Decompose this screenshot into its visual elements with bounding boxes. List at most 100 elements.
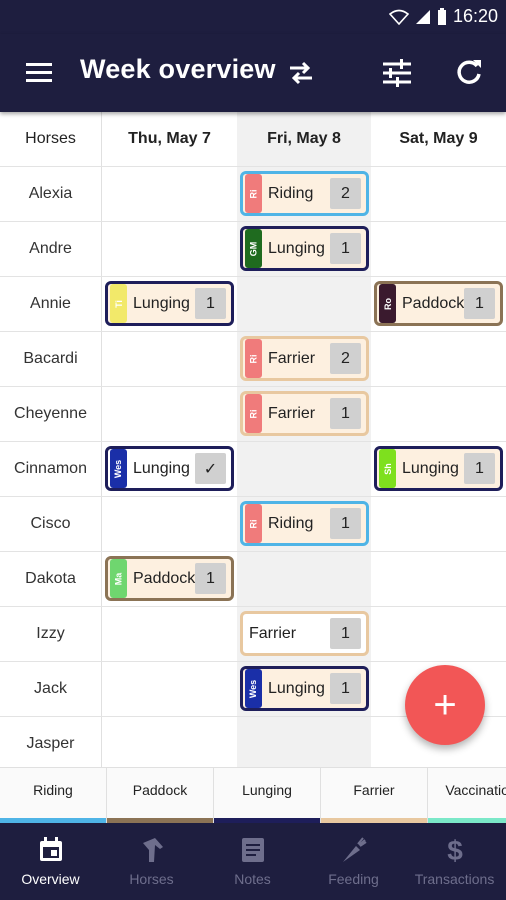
task-owner-tag-text: Ri <box>248 519 259 528</box>
menu-icon[interactable] <box>22 58 60 88</box>
task-owner-tag: Sh <box>379 449 396 488</box>
task-count-badge[interactable]: 1 <box>464 288 495 319</box>
task-card[interactable]: Ri Riding 1 <box>240 501 369 546</box>
tune-icon[interactable] <box>380 56 414 90</box>
task-name: Lunging <box>133 459 190 477</box>
task-owner-tag: Wes <box>245 669 262 708</box>
legend-label: Riding <box>33 782 73 798</box>
task-name: Farrier <box>249 624 297 642</box>
nav-tab-label: Overview <box>21 871 80 887</box>
task-name: Farrier <box>268 349 316 367</box>
legend-label: Lunging <box>242 782 292 798</box>
task-card[interactable]: Ma Paddock 1 <box>105 556 234 601</box>
notes-icon <box>241 838 264 862</box>
status-time: 16:20 <box>452 6 498 26</box>
task-done-check[interactable]: ✓ <box>195 453 226 484</box>
legend-item[interactable]: Lunging <box>214 768 321 823</box>
task-owner-tag: Ri <box>245 394 262 433</box>
task-owner-tag-text: Ri <box>248 409 259 418</box>
task-count-badge[interactable]: 1 <box>464 453 495 484</box>
horse-name[interactable]: Izzy <box>0 606 101 661</box>
task-card[interactable]: Sh Lunging 1 <box>374 446 503 491</box>
task-card[interactable]: Ri Farrier 1 <box>240 391 369 436</box>
horse-name[interactable]: Alexia <box>0 166 101 221</box>
battery-icon <box>437 7 446 25</box>
nav-tab-overview[interactable]: Overview <box>0 823 101 900</box>
horse-name[interactable]: Cheyenne <box>0 386 101 441</box>
legend-item[interactable]: Paddock <box>107 768 214 823</box>
legend-item[interactable]: Riding <box>0 768 107 823</box>
column-divider <box>101 112 102 767</box>
legend-label: Farrier <box>353 782 395 798</box>
horse-name[interactable]: Jack <box>0 661 101 716</box>
horse-name[interactable]: Annie <box>0 276 101 331</box>
nav-tab-label: Notes <box>234 871 271 887</box>
task-card[interactable]: Ri Farrier 2 <box>240 336 369 381</box>
task-owner-tag: Ro <box>379 284 396 323</box>
horse-name[interactable]: Cinnamon <box>0 441 101 496</box>
task-owner-tag-text: Ri <box>248 189 259 198</box>
plus-icon: + <box>433 682 457 727</box>
task-card[interactable]: Ti Lunging 1 <box>105 281 234 326</box>
task-count-badge[interactable]: 1 <box>330 673 361 704</box>
task-count-badge[interactable]: 1 <box>195 563 226 594</box>
nav-tab-transactions[interactable]: $ Transactions <box>404 823 505 900</box>
status-bar: 16:20 <box>0 0 506 34</box>
svg-text:$: $ <box>447 835 463 865</box>
task-card[interactable]: Ri Riding 2 <box>240 171 369 216</box>
task-count-badge[interactable]: 2 <box>330 343 361 374</box>
legend-label: Paddock <box>132 782 188 798</box>
task-name: Lunging <box>402 459 459 477</box>
task-owner-tag: Ri <box>245 339 262 378</box>
task-owner-tag: Ti <box>110 284 127 323</box>
task-owner-tag-text: GM <box>248 241 259 256</box>
task-count-badge[interactable]: 1 <box>330 508 361 539</box>
day-header-fri: Fri, May 8 <box>267 130 341 147</box>
task-count-badge[interactable]: 1 <box>330 618 361 649</box>
task-name: Lunging <box>133 294 190 312</box>
refresh-icon[interactable] <box>452 56 486 90</box>
nav-tab-feeding[interactable]: Feeding <box>303 823 404 900</box>
legend-item[interactable]: Farrier <box>321 768 428 823</box>
task-card[interactable]: Wes Lunging ✓ <box>105 446 234 491</box>
task-owner-tag-text: Ri <box>248 354 259 363</box>
legend-label: Vaccination <box>445 782 506 798</box>
task-card[interactable]: GM Lunging 1 <box>240 226 369 271</box>
task-count-badge[interactable]: 1 <box>330 233 361 264</box>
day-header-sat: Sat, May 9 <box>399 130 478 147</box>
page-title: Week overview <box>80 54 276 84</box>
nav-tab-horses[interactable]: Horses <box>101 823 202 900</box>
horses-column-header: Horses <box>25 130 76 147</box>
horse-name[interactable]: Andre <box>0 221 101 276</box>
app-bar: Week overview <box>0 34 506 112</box>
horse-name[interactable]: Jasper <box>0 716 101 767</box>
legend-item[interactable]: Vaccination <box>428 768 506 823</box>
task-card[interactable]: Wes Lunging 1 <box>240 666 369 711</box>
task-name: Riding <box>268 184 314 202</box>
task-owner-tag-text: Ti <box>113 299 124 308</box>
horse-name[interactable]: Dakota <box>0 551 101 606</box>
task-card[interactable]: Ro Paddock 1 <box>374 281 503 326</box>
task-type-legend: Riding Paddock Lunging Farrier Vaccination <box>0 767 506 823</box>
task-owner-tag: Ri <box>245 174 262 213</box>
horse-name[interactable]: Cisco <box>0 496 101 551</box>
task-name: Paddock <box>133 569 196 587</box>
add-task-button[interactable]: + <box>405 665 485 745</box>
horse-icon <box>142 838 163 862</box>
task-count-badge[interactable]: 1 <box>330 398 361 429</box>
task-count-badge[interactable]: 2 <box>330 178 361 209</box>
nav-tab-label: Transactions <box>414 871 495 887</box>
task-name: Riding <box>268 514 314 532</box>
task-name: Paddock <box>402 294 465 312</box>
horse-name[interactable]: Bacardi <box>0 331 101 386</box>
task-owner-tag-text: Wes <box>113 459 124 478</box>
nav-tab-notes[interactable]: Notes <box>202 823 303 900</box>
task-count-badge[interactable]: 1 <box>195 288 226 319</box>
calendar-icon <box>39 837 62 861</box>
task-name: Lunging <box>268 239 325 257</box>
bottom-navigation: Overview Horses Notes Feeding $ Transactions <box>0 823 506 900</box>
task-name: Lunging <box>268 679 325 697</box>
task-card[interactable]: Farrier 1 <box>240 611 369 656</box>
task-owner-tag-text: Ro <box>382 297 393 310</box>
swap-icon[interactable] <box>286 58 316 88</box>
